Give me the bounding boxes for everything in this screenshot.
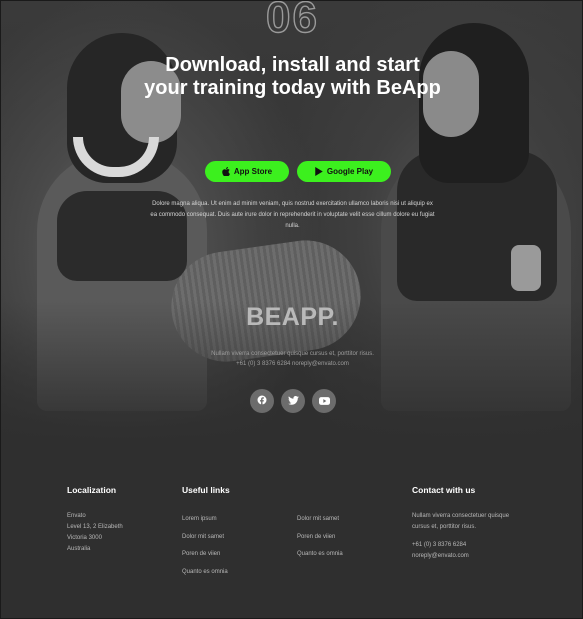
footer-link[interactable]: Poren de viien: [182, 546, 228, 564]
contact-email[interactable]: noreply@envato.com: [412, 551, 522, 562]
footer-link[interactable]: Dolor mit samet: [182, 529, 228, 547]
hero-description: Dolore magna aliqua. Ut enim ad minim ve…: [150, 201, 435, 229]
google-play-label: Google Play: [326, 167, 374, 176]
contact-details: +61 (0) 3 8376 6284 noreply@envato.com: [412, 540, 522, 562]
address-line: Australia: [67, 546, 91, 552]
page: 06 Download, install and start your trai…: [0, 0, 583, 619]
footer-link[interactable]: Quanto es omnia: [297, 546, 343, 564]
address-line: Victoria 3000: [67, 535, 102, 541]
twitter-icon: [287, 392, 299, 410]
contact-title: Contact with us: [412, 485, 476, 495]
youtube-link[interactable]: [312, 389, 336, 413]
useful-links-column-b: Dolor mit samet Poren de viien Quanto es…: [297, 511, 343, 564]
beapp-logo: BEAPP.: [246, 303, 339, 331]
localization-title: Localization: [67, 485, 117, 495]
apple-icon: [222, 167, 230, 176]
address-line: Envato: [67, 513, 86, 519]
contact-description: Nullam viverra consectetuer quisque curs…: [412, 513, 510, 530]
app-store-label: App Store: [233, 167, 273, 176]
twitter-link[interactable]: [281, 389, 305, 413]
play-icon: [315, 167, 323, 176]
facebook-icon: [257, 392, 267, 410]
footer-useful-links: Useful links: [182, 485, 230, 495]
footer-link[interactable]: Quanto es omnia: [182, 564, 228, 582]
footer-link[interactable]: Poren de viien: [297, 529, 343, 547]
useful-links-column-a: Lorem ipsum Dolor mit samet Poren de vii…: [182, 511, 228, 581]
step-number: 06: [265, 0, 319, 43]
hero-headline: Download, install and start your trainin…: [144, 54, 441, 99]
footer-link[interactable]: Lorem ipsum: [182, 511, 228, 529]
google-play-button[interactable]: Google Play: [297, 161, 391, 182]
useful-links-title: Useful links: [182, 485, 230, 495]
footer-link[interactable]: Dolor mit samet: [297, 511, 343, 529]
facebook-link[interactable]: [250, 389, 274, 413]
contact-phone[interactable]: +61 (0) 3 8376 6284: [412, 540, 522, 551]
footer-localization: Localization Envato Level 13, 2 Elizabet…: [67, 485, 123, 555]
brand-tagline: Nullam viverra consectetuer quisque curs…: [211, 351, 374, 357]
footer-contact: Contact with us: [412, 485, 475, 495]
app-store-button[interactable]: App Store: [205, 161, 289, 182]
water-bottle-graphic: [511, 245, 541, 291]
address-line: Level 13, 2 Elizabeth: [67, 524, 123, 530]
youtube-icon: [318, 392, 330, 410]
brand-contact: +61 (0) 3 8376 6284 noreply@envato.com: [236, 361, 349, 367]
address: Envato Level 13, 2 Elizabeth Victoria 30…: [67, 511, 123, 555]
